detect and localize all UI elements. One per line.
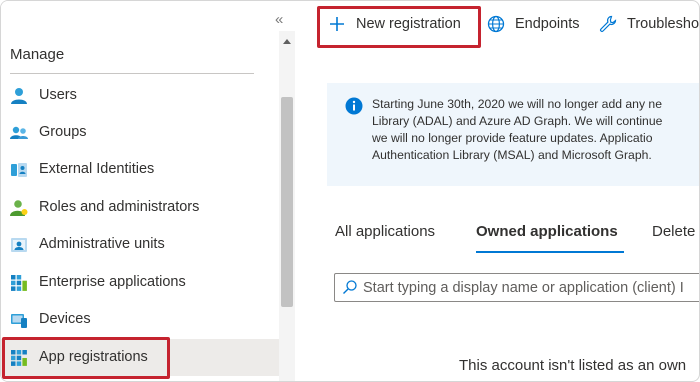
- app-window: « Manage Users Groups External Identitie…: [0, 0, 700, 382]
- roles-icon: [10, 200, 28, 216]
- tab-owned-applications[interactable]: Owned applications: [476, 223, 618, 240]
- sidebar-item-label: Administrative units: [39, 236, 165, 252]
- info-banner: Starting June 30th, 2020 we will no long…: [327, 83, 699, 186]
- sidebar-item-enterprise-applications[interactable]: Enterprise applications: [1, 264, 279, 301]
- sidebar-scrollbar-thumb[interactable]: [281, 97, 293, 307]
- info-banner-line: Authentication Library (MSAL) and Micros…: [372, 148, 652, 162]
- sidebar-item-label: Devices: [39, 311, 91, 327]
- enterprise-apps-icon: [11, 275, 27, 291]
- selected-tab-indicator: [476, 251, 624, 253]
- sidebar-item-label: External Identities: [39, 161, 155, 177]
- search-box[interactable]: [334, 273, 699, 302]
- tab-deleted-applications[interactable]: Delete: [652, 223, 695, 240]
- globe-icon: [487, 15, 505, 33]
- sidebar-item-label: Enterprise applications: [39, 274, 186, 290]
- group-icon: [10, 126, 28, 139]
- info-banner-line: Starting June 30th, 2020 we will no long…: [372, 97, 662, 111]
- info-banner-text: Starting June 30th, 2020 we will no long…: [372, 96, 662, 164]
- sidebar: « Manage Users Groups External Identitie…: [1, 1, 283, 381]
- endpoints-button[interactable]: Endpoints: [487, 15, 580, 33]
- app-registrations-highlight: [2, 337, 170, 379]
- info-icon: [345, 97, 363, 115]
- command-bar: New registration Endpoints Troublesho: [295, 1, 699, 51]
- wrench-icon: [600, 15, 617, 32]
- tab-all-applications[interactable]: All applications: [335, 223, 435, 240]
- external-identities-icon: [11, 163, 27, 177]
- sidebar-item-label: Users: [39, 87, 77, 103]
- search-icon: [343, 280, 357, 294]
- sidebar-item-administrative-units[interactable]: Administrative units: [1, 226, 279, 263]
- search-input[interactable]: [363, 274, 699, 301]
- endpoints-label: Endpoints: [515, 16, 580, 32]
- scroll-up-arrow-icon[interactable]: [283, 39, 291, 44]
- sidebar-item-label: Groups: [39, 124, 87, 140]
- sidebar-item-devices[interactable]: Devices: [1, 301, 279, 338]
- sidebar-item-groups[interactable]: Groups: [1, 114, 279, 151]
- main-content: New registration Endpoints Troublesho St…: [295, 1, 699, 381]
- troubleshooting-button[interactable]: Troublesho: [599, 15, 699, 33]
- info-banner-line: we will no longer provide feature update…: [372, 131, 653, 145]
- new-registration-highlight: [317, 6, 481, 48]
- devices-icon: [11, 314, 27, 328]
- sidebar-item-external-identities[interactable]: External Identities: [1, 151, 279, 188]
- troubleshooting-label: Troublesho: [627, 16, 700, 32]
- empty-state-message: This account isn't listed as an own: [459, 357, 687, 374]
- info-banner-line: Library (ADAL) and Azure AD Graph. We wi…: [372, 114, 663, 128]
- admin-units-icon: [11, 238, 27, 252]
- collapse-sidebar-icon[interactable]: «: [275, 11, 283, 28]
- sidebar-item-users[interactable]: Users: [1, 77, 279, 114]
- sidebar-item-label: Roles and administrators: [39, 199, 200, 215]
- user-icon: [11, 88, 27, 104]
- sidebar-item-roles-and-administrators[interactable]: Roles and administrators: [1, 189, 279, 226]
- section-divider: [10, 73, 254, 74]
- section-title-manage: Manage: [10, 46, 65, 63]
